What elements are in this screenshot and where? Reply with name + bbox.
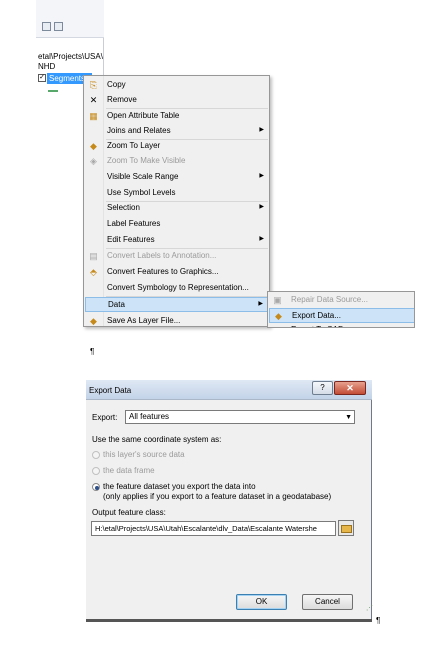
close-button[interactable]: ✕ <box>334 381 366 395</box>
table-icon: ▦ <box>89 111 98 121</box>
submenu-arrow-icon: ▶ <box>259 204 264 210</box>
submenu-item-label: Repair Data Source... <box>291 295 368 304</box>
menu-item-zoom-to-layer[interactable]: ◆ Zoom To Layer <box>85 139 270 154</box>
layer-context-menu: ⎘ Copy ✕ Remove ▦ Open Attribute Table Joins a… <box>83 75 270 327</box>
menu-item-label: Remove <box>107 95 137 104</box>
menu-item-label: Convert Features to Graphics... <box>107 267 219 276</box>
toc-group-label[interactable]: NHD <box>38 62 55 71</box>
folder-icon <box>341 525 352 533</box>
layer-visibility-checkbox[interactable]: ✓ <box>38 74 46 82</box>
radio-data-frame[interactable] <box>92 467 100 475</box>
export-select-value: All features <box>129 412 170 421</box>
toc-data-path: etal\Projects\USA\ <box>38 52 103 61</box>
menu-item-label: Visible Scale Range <box>107 172 179 181</box>
submenu-item-repair-data-source[interactable]: ▣ Repair Data Source... <box>269 293 414 308</box>
menu-item-use-symbol-levels[interactable]: Use Symbol Levels <box>85 186 270 201</box>
menu-item-open-attribute-table[interactable]: ▦ Open Attribute Table <box>85 109 270 124</box>
remove-icon: ✕ <box>89 95 98 105</box>
toc-toolbar <box>36 0 104 38</box>
menu-item-label: Label Features <box>107 219 161 228</box>
cancel-button[interactable]: Cancel <box>302 594 353 610</box>
menu-item-label: Zoom To Layer <box>107 141 161 150</box>
radio-feature-dataset-note: (only applies if you export to a feature… <box>103 492 332 501</box>
dialog-bottom-border <box>86 619 372 622</box>
zoom-to-layer-icon: ◆ <box>90 141 97 151</box>
convert-graphics-icon: ⬘ <box>90 267 97 277</box>
chevron-down-icon: ▼ <box>345 414 352 421</box>
coordinate-system-label: Use the same coordinate system as: <box>92 435 222 444</box>
menu-item-label: Convert Symbology to Representation... <box>107 283 249 292</box>
radio-layer-source[interactable] <box>92 451 100 459</box>
paragraph-mark: ¶ <box>376 616 381 625</box>
submenu-item-export-to-cad[interactable]: ▭ Export To CAD... <box>269 323 414 327</box>
menu-item-data[interactable]: Data ▶ <box>85 297 270 312</box>
submenu-arrow-icon: ▶ <box>259 173 264 179</box>
radio-feature-dataset-label: the feature dataset you export the data … <box>103 482 256 491</box>
menu-item-label: Joins and Relates <box>107 126 171 135</box>
menu-item-label-features[interactable]: Label Features <box>85 217 270 232</box>
browse-folder-button[interactable] <box>338 520 354 536</box>
layer-line-symbol <box>48 90 58 92</box>
toc-toolbar-button[interactable] <box>54 22 63 31</box>
menu-item-selection[interactable]: Selection ▶ <box>85 201 270 216</box>
menu-item-save-as-layer-file[interactable]: ◆ Save As Layer File... <box>85 314 270 329</box>
menu-item-label: Data <box>108 300 125 309</box>
submenu-item-export-data[interactable]: ◆ Export Data... <box>269 308 414 323</box>
menu-item-label: Zoom To Make Visible <box>107 156 186 165</box>
submenu-arrow-icon: ▶ <box>258 301 263 307</box>
export-cad-icon: ▭ <box>272 325 283 327</box>
radio-layer-source-label: this layer's source data <box>103 450 185 459</box>
submenu-item-label: Export To CAD... <box>291 325 350 327</box>
menu-item-convert-labels-to-annotation[interactable]: ▤ Convert Labels to Annotation... <box>85 249 270 264</box>
menu-item-convert-features-to-graphics[interactable]: ⬘ Convert Features to Graphics... <box>85 265 270 280</box>
copy-icon: ⎘ <box>89 80 98 90</box>
convert-labels-icon: ▤ <box>89 251 98 261</box>
submenu-arrow-icon: ▶ <box>259 236 264 242</box>
export-data-icon: ◆ <box>275 311 282 321</box>
menu-item-label: Open Attribute Table <box>107 111 180 120</box>
export-select[interactable]: All features ▼ <box>125 410 355 424</box>
data-submenu: ▣ Repair Data Source... ◆ Export Data... ▭ Ex… <box>267 291 415 328</box>
menu-item-label: Copy <box>107 80 126 89</box>
menu-item-convert-symbology-to-representation[interactable]: Convert Symbology to Representation... <box>85 281 270 296</box>
menu-item-label: Use Symbol Levels <box>107 188 176 197</box>
radio-data-frame-label: the data frame <box>103 466 155 475</box>
menu-item-label: Save As Layer File... <box>107 316 181 325</box>
help-button[interactable]: ? <box>312 381 333 395</box>
ok-button[interactable]: OK <box>236 594 287 610</box>
export-label: Export: <box>92 413 118 422</box>
submenu-item-label: Export Data... <box>292 311 341 320</box>
menu-item-edit-features[interactable]: Edit Features ▶ <box>85 233 270 248</box>
menu-item-label: Selection <box>107 203 140 212</box>
output-feature-class-label: Output feature class: <box>92 508 166 517</box>
radio-feature-dataset[interactable] <box>92 483 100 491</box>
paragraph-mark: ¶ <box>90 347 95 356</box>
menu-item-copy[interactable]: ⎘ Copy <box>85 78 270 93</box>
menu-item-joins-and-relates[interactable]: Joins and Relates ▶ <box>85 124 270 139</box>
resize-grip-icon[interactable]: ⋰ <box>366 604 373 612</box>
zoom-visible-icon: ◈ <box>90 156 97 166</box>
layer-file-icon: ◆ <box>90 316 97 326</box>
menu-item-remove[interactable]: ✕ Remove <box>85 93 270 108</box>
toc-toolbar-button[interactable] <box>42 22 51 31</box>
menu-item-label: Edit Features <box>107 235 155 244</box>
menu-item-zoom-to-make-visible[interactable]: ◈ Zoom To Make Visible <box>85 154 270 169</box>
dialog-title: Export Data <box>89 386 132 395</box>
submenu-arrow-icon: ▶ <box>259 127 264 133</box>
menu-item-label: Convert Labels to Annotation... <box>107 251 217 260</box>
repair-source-icon: ▣ <box>273 295 282 305</box>
menu-item-visible-scale-range[interactable]: Visible Scale Range ▶ <box>85 170 270 185</box>
output-path-input[interactable]: H:\etal\Projects\USA\Utah\Escalante\dlv_… <box>91 521 336 536</box>
